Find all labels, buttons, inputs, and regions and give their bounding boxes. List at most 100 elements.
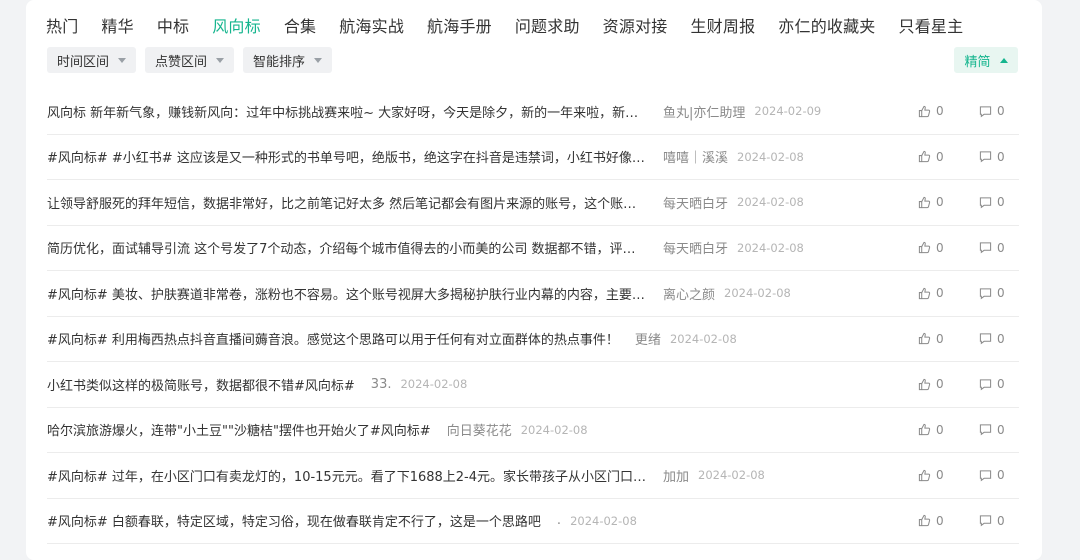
chevron-down-icon (216, 57, 225, 63)
view-toggle-button[interactable]: 精简 (954, 47, 1018, 73)
tab-item[interactable]: 只看星主 (899, 13, 964, 37)
post-title[interactable]: #风向标# 过年，在小区门口有卖龙灯的，10-15元元。看了下1688上2-4元… (47, 466, 647, 485)
tab-item[interactable]: 资源对接 (603, 13, 668, 37)
post-author[interactable]: 离心之颜 (663, 284, 715, 303)
like-count: 0 (936, 195, 944, 210)
comment-button[interactable]: 0 (979, 226, 1005, 271)
thumbs-up-icon (918, 378, 936, 391)
tab-item[interactable]: 风向标 (212, 13, 261, 37)
like-button[interactable]: 0 (918, 362, 944, 407)
post-row[interactable]: 让领导舒服死的拜年短信，数据非常好，比之前笔记好太多 然后笔记都会有图片来源的账… (47, 180, 1019, 226)
comment-icon (979, 150, 997, 163)
post-author[interactable]: 加加 (663, 466, 689, 485)
post-title[interactable]: 简历优化，面试辅导引流 这个号发了7个动态，介绍每个城市值得去的小而美的公司 数… (47, 238, 647, 257)
tab-item[interactable]: 航海手册 (427, 13, 492, 37)
comment-button[interactable]: 0 (979, 317, 1005, 362)
tab-item[interactable]: 亦仁的收藏夹 (778, 13, 875, 37)
tab-item[interactable]: 精华 (101, 13, 133, 37)
comment-count: 0 (997, 195, 1005, 210)
filter-bar: 时间区间 点赞区间 智能排序 (47, 47, 341, 73)
comment-count: 0 (997, 422, 1005, 437)
thumbs-up-icon (918, 469, 936, 482)
post-row[interactable]: 哈尔滨旅游爆火，连带"小土豆""沙糖桔"摆件也开始火了#风向标# 向日葵花花 202… (47, 408, 1019, 453)
post-date: 2024-02-08 (520, 422, 588, 437)
comment-count: 0 (997, 104, 1005, 119)
like-button[interactable]: 0 (918, 135, 944, 180)
like-button[interactable]: 0 (918, 180, 944, 225)
post-date: 2024-02-08 (570, 513, 637, 528)
tab-item[interactable]: 生财周报 (690, 13, 755, 37)
like-button[interactable]: 0 (918, 408, 944, 453)
comment-button[interactable]: 0 (979, 362, 1005, 407)
comment-button[interactable]: 0 (979, 408, 1005, 453)
like-count: 0 (936, 286, 944, 301)
post-author[interactable]: 鱼丸|亦仁助理 (663, 102, 745, 121)
comment-icon (979, 514, 997, 527)
comment-icon (979, 378, 997, 391)
tab-item[interactable]: 合集 (284, 13, 316, 37)
post-title[interactable]: 让领导舒服死的拜年短信，数据非常好，比之前笔记好太多 然后笔记都会有图片来源的账… (47, 193, 647, 212)
post-author[interactable]: 33. (371, 377, 392, 392)
like-count: 0 (936, 104, 944, 119)
post-author[interactable]: 嘻嘻｜溪溪 (663, 147, 728, 166)
tab-item[interactable]: 热门 (46, 13, 78, 37)
post-author[interactable]: 更绪 (635, 329, 661, 348)
post-author[interactable]: 向日葵花花 (447, 420, 512, 439)
post-row[interactable]: #风向标# #小红书# 这应该是又一种形式的书单号吧，绝版书，绝这字在抖音是违禁… (47, 135, 1019, 180)
post-date: 2024-02-08 (737, 240, 804, 255)
post-date: 2024-02-08 (698, 468, 765, 483)
filter-dropdown[interactable]: 时间区间 (47, 47, 137, 73)
tab-item[interactable]: 问题求助 (515, 13, 580, 37)
post-author[interactable]: . (557, 513, 561, 528)
post-row[interactable]: 简历优化，面试辅导引流 这个号发了7个动态，介绍每个城市值得去的小而美的公司 数… (47, 226, 1019, 271)
tab-item[interactable]: 航海实战 (339, 13, 404, 37)
post-title[interactable]: #风向标# #小红书# 这应该是又一种形式的书单号吧，绝版书，绝这字在抖音是违禁… (47, 147, 647, 166)
post-row[interactable]: #风向标# 利用梅西热点抖音直播间薅音浪。感觉这个思路可以用于任何有对立面群体的… (47, 317, 1019, 362)
post-row[interactable]: #风向标# 白额春联，特定区域，特定习俗，现在做春联肯定不行了，这是一个思路吧.… (47, 499, 1019, 544)
comment-button[interactable]: 0 (979, 180, 1005, 225)
like-count: 0 (936, 331, 944, 346)
comment-count: 0 (997, 468, 1005, 483)
like-button[interactable]: 0 (918, 317, 944, 362)
view-toggle-label: 精简 (964, 54, 991, 70)
thumbs-up-icon (918, 241, 936, 254)
filter-label: 时间区间 (57, 54, 110, 70)
comment-button[interactable]: 0 (979, 271, 1005, 316)
post-title[interactable]: #风向标# 美妆、护肤赛道非常卷，涨粉也不容易。这个账号视屏大多揭秘护肤行业内幕… (47, 284, 647, 303)
post-author[interactable]: 每天晒白牙 (663, 193, 728, 212)
like-button[interactable]: 0 (918, 453, 944, 498)
post-title[interactable]: 小红书类似这样的极简账号，数据都很不错#风向标# (47, 375, 355, 394)
comment-count: 0 (997, 286, 1005, 301)
post-title[interactable]: #风向标# 利用梅西热点抖音直播间薅音浪。感觉这个思路可以用于任何有对立面群体的… (47, 329, 619, 348)
post-row[interactable]: 风向标 新年新气象，赚钱新风向：过年中标挑战赛来啦~ 大家好呀，今天是除夕，新的… (47, 89, 1019, 135)
tab-item[interactable]: 中标 (157, 13, 189, 37)
filter-dropdown[interactable]: 点赞区间 (145, 47, 235, 73)
post-author[interactable]: 每天晒白牙 (663, 238, 728, 257)
comment-button[interactable]: 0 (979, 89, 1005, 134)
filter-dropdown[interactable]: 智能排序 (243, 47, 333, 73)
comment-icon (979, 287, 997, 300)
post-title[interactable]: 风向标 新年新气象，赚钱新风向：过年中标挑战赛来啦~ 大家好呀，今天是除夕，新的… (47, 102, 647, 121)
comment-count: 0 (997, 377, 1005, 392)
like-button[interactable]: 0 (918, 271, 944, 316)
thumbs-up-icon (918, 514, 936, 527)
chevron-down-icon (118, 57, 127, 63)
comment-button[interactable]: 0 (979, 453, 1005, 498)
post-title[interactable]: #风向标# 白额春联，特定区域，特定习俗，现在做春联肯定不行了，这是一个思路吧 (47, 511, 541, 530)
post-row[interactable]: #风向标# 过年，在小区门口有卖龙灯的，10-15元元。看了下1688上2-4元… (47, 453, 1019, 499)
comment-button[interactable]: 0 (979, 135, 1005, 180)
comment-count: 0 (997, 331, 1005, 346)
like-count: 0 (936, 468, 944, 483)
like-button[interactable]: 0 (918, 226, 944, 271)
post-title[interactable]: 哈尔滨旅游爆火，连带"小土豆""沙糖桔"摆件也开始火了#风向标# (47, 420, 431, 439)
thumbs-up-icon (918, 423, 936, 436)
filter-label: 智能排序 (253, 54, 306, 70)
like-button[interactable]: 0 (918, 499, 944, 544)
like-count: 0 (936, 377, 944, 392)
comment-button[interactable]: 0 (979, 499, 1005, 544)
category-tabs: 热门 精华 中标 风向标 合集 航海实战 航海手册 问题求助 资源对接 生财周报 亦仁的收藏夹 只看星… (46, 12, 986, 38)
post-row[interactable]: 小红书类似这样的极简账号，数据都很不错#风向标# 33. 2024-02-08 0 0 (47, 362, 1019, 408)
chevron-down-icon (314, 57, 323, 63)
like-button[interactable]: 0 (918, 89, 944, 134)
post-row[interactable]: #风向标# 美妆、护肤赛道非常卷，涨粉也不容易。这个账号视屏大多揭秘护肤行业内幕… (47, 271, 1019, 317)
